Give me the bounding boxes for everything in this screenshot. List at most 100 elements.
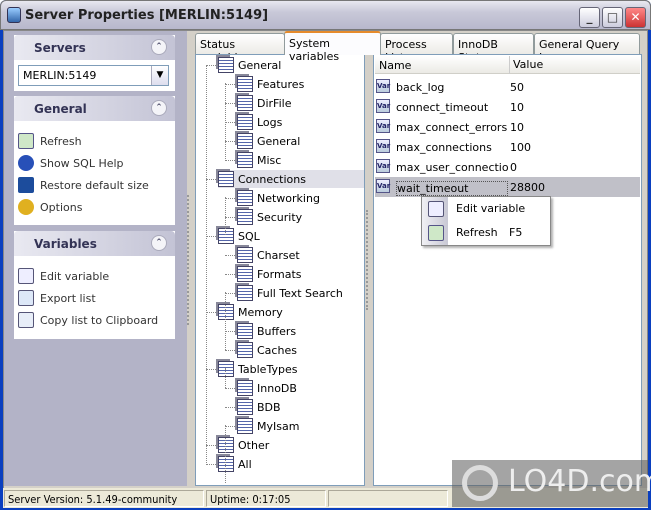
tree-item[interactable]: Features <box>237 75 364 93</box>
tree-item[interactable]: General <box>237 132 364 150</box>
column-name[interactable]: Name <box>379 59 411 72</box>
tree-item-label: MyIsam <box>257 419 300 433</box>
servers-title: Servers <box>34 41 86 55</box>
list-row[interactable]: Var wait_timeout 28800 <box>375 177 640 197</box>
tree-item-label: Formats <box>257 267 302 281</box>
tree-item-label: SQL <box>238 229 260 243</box>
list-row[interactable]: Var max_user_connections0 <box>375 157 640 177</box>
folder-list-icon <box>237 152 253 168</box>
tree-item[interactable]: All <box>218 455 364 473</box>
menu-item-edit-variable[interactable]: Edit variable <box>422 197 550 221</box>
refresh-icon <box>428 225 444 241</box>
watermark-logo-icon <box>462 465 498 501</box>
item-label: Copy list to Clipboard <box>40 313 159 327</box>
tree-item[interactable]: Caches <box>237 341 364 359</box>
folder-list-icon <box>237 247 253 263</box>
tree-item[interactable]: Logs <box>237 113 364 131</box>
tree-item[interactable]: Connections <box>218 170 364 188</box>
folder-list-icon <box>218 228 234 244</box>
show-sql-help-link[interactable]: Show SQL Help <box>18 153 124 173</box>
edit-icon <box>18 268 34 284</box>
item-label: Options <box>40 200 83 214</box>
variables-header[interactable]: Variables ⌃ <box>14 231 175 256</box>
list-row[interactable]: Var back_log 50 <box>375 77 640 97</box>
variable-name: max_user_connections <box>396 161 508 174</box>
column-value[interactable]: Value <box>509 56 543 74</box>
tree-connector <box>225 84 235 85</box>
tree-item[interactable]: TableTypes <box>218 360 364 378</box>
close-button[interactable]: ✕ <box>625 7 646 28</box>
tree-connector <box>225 122 235 123</box>
refresh-icon <box>18 133 34 149</box>
tree-item-label: Other <box>238 438 270 452</box>
tree-item[interactable]: BDB <box>237 398 364 416</box>
servers-header[interactable]: Servers ⌃ <box>14 35 175 60</box>
folder-list-icon <box>237 266 253 282</box>
tree-item[interactable]: Charset <box>237 246 364 264</box>
tab-innodb-status[interactable]: InnoDB Status <box>453 33 534 64</box>
collapse-icon[interactable]: ⌃ <box>151 235 167 251</box>
tree-item[interactable]: Security <box>237 208 364 226</box>
tree-item[interactable]: Memory <box>218 303 364 321</box>
collapse-icon[interactable]: ⌃ <box>151 39 167 55</box>
tree-connector <box>206 464 216 465</box>
tree-item[interactable]: Buffers <box>237 322 364 340</box>
general-header[interactable]: General ⌃ <box>14 96 175 121</box>
tree-item-label: Buffers <box>257 324 297 338</box>
tree-item[interactable]: Misc <box>237 151 364 169</box>
tree-item[interactable]: MyIsam <box>237 417 364 435</box>
variable-name: connect_timeout <box>396 101 489 114</box>
tree-connector <box>206 369 216 370</box>
tab-status-variables[interactable]: Status variables <box>195 33 285 64</box>
folder-list-icon <box>237 380 253 396</box>
tree-item-label: General <box>257 134 301 148</box>
tree-connector <box>225 197 226 235</box>
minimize-button[interactable]: _ <box>579 7 600 28</box>
tree-item[interactable]: Networking <box>237 189 364 207</box>
variable-name: back_log <box>396 81 445 94</box>
tree-item[interactable]: Full Text Search <box>237 284 364 302</box>
tree-connector <box>225 292 226 350</box>
tree-connector <box>225 274 235 275</box>
folder-list-icon <box>237 209 253 225</box>
tree-item[interactable]: Formats <box>237 265 364 283</box>
tree-item[interactable]: DirFile <box>237 94 364 112</box>
tab-general-query-log[interactable]: General Query Log <box>534 33 640 64</box>
menu-item-refresh[interactable]: Refresh F5 <box>422 221 550 245</box>
tab-process-list[interactable]: Process List <box>380 33 453 64</box>
chevron-down-icon[interactable]: ▼ <box>151 66 168 85</box>
server-select[interactable]: MERLIN:5149 ▼ <box>18 65 169 86</box>
tree-item[interactable]: InnoDB <box>237 379 364 397</box>
restore-default-size-link[interactable]: Restore default size <box>18 175 149 195</box>
copy-list-link[interactable]: Copy list to Clipboard <box>18 310 158 330</box>
tree-connector <box>225 350 235 351</box>
tree-item[interactable]: SQL <box>218 227 364 245</box>
watermark: LO4D.com <box>452 460 651 507</box>
app-icon <box>7 7 21 23</box>
variable-value: 100 <box>510 141 531 154</box>
tree-item[interactable]: Other <box>218 436 364 454</box>
tree-connector <box>225 83 226 161</box>
tree-connector <box>225 141 235 142</box>
folder-list-icon <box>218 437 234 453</box>
maximize-button[interactable]: □ <box>602 7 623 28</box>
tree-connector <box>225 255 235 256</box>
edit-variable-link[interactable]: Edit variable <box>18 266 109 286</box>
folder-list-icon <box>218 456 234 472</box>
export-icon <box>18 290 34 306</box>
tree-item-label: Caches <box>257 343 297 357</box>
tree-connector <box>206 65 207 465</box>
list-row[interactable]: Var max_connections 100 <box>375 137 640 157</box>
sidebar-splitter[interactable] <box>187 195 191 325</box>
refresh-link[interactable]: Refresh <box>18 131 82 151</box>
tree-splitter[interactable] <box>366 210 370 310</box>
folder-list-icon <box>237 418 253 434</box>
folder-list-icon <box>237 76 253 92</box>
tab-system-variables[interactable]: System variables <box>284 31 381 63</box>
window-title: Server Properties [MERLIN:5149] <box>25 8 269 23</box>
list-row[interactable]: Var max_connect_errors 10 <box>375 117 640 137</box>
list-row[interactable]: Var connect_timeout 10 <box>375 97 640 117</box>
options-link[interactable]: Options <box>18 197 82 217</box>
export-list-link[interactable]: Export list <box>18 288 96 308</box>
collapse-icon[interactable]: ⌃ <box>151 100 167 116</box>
